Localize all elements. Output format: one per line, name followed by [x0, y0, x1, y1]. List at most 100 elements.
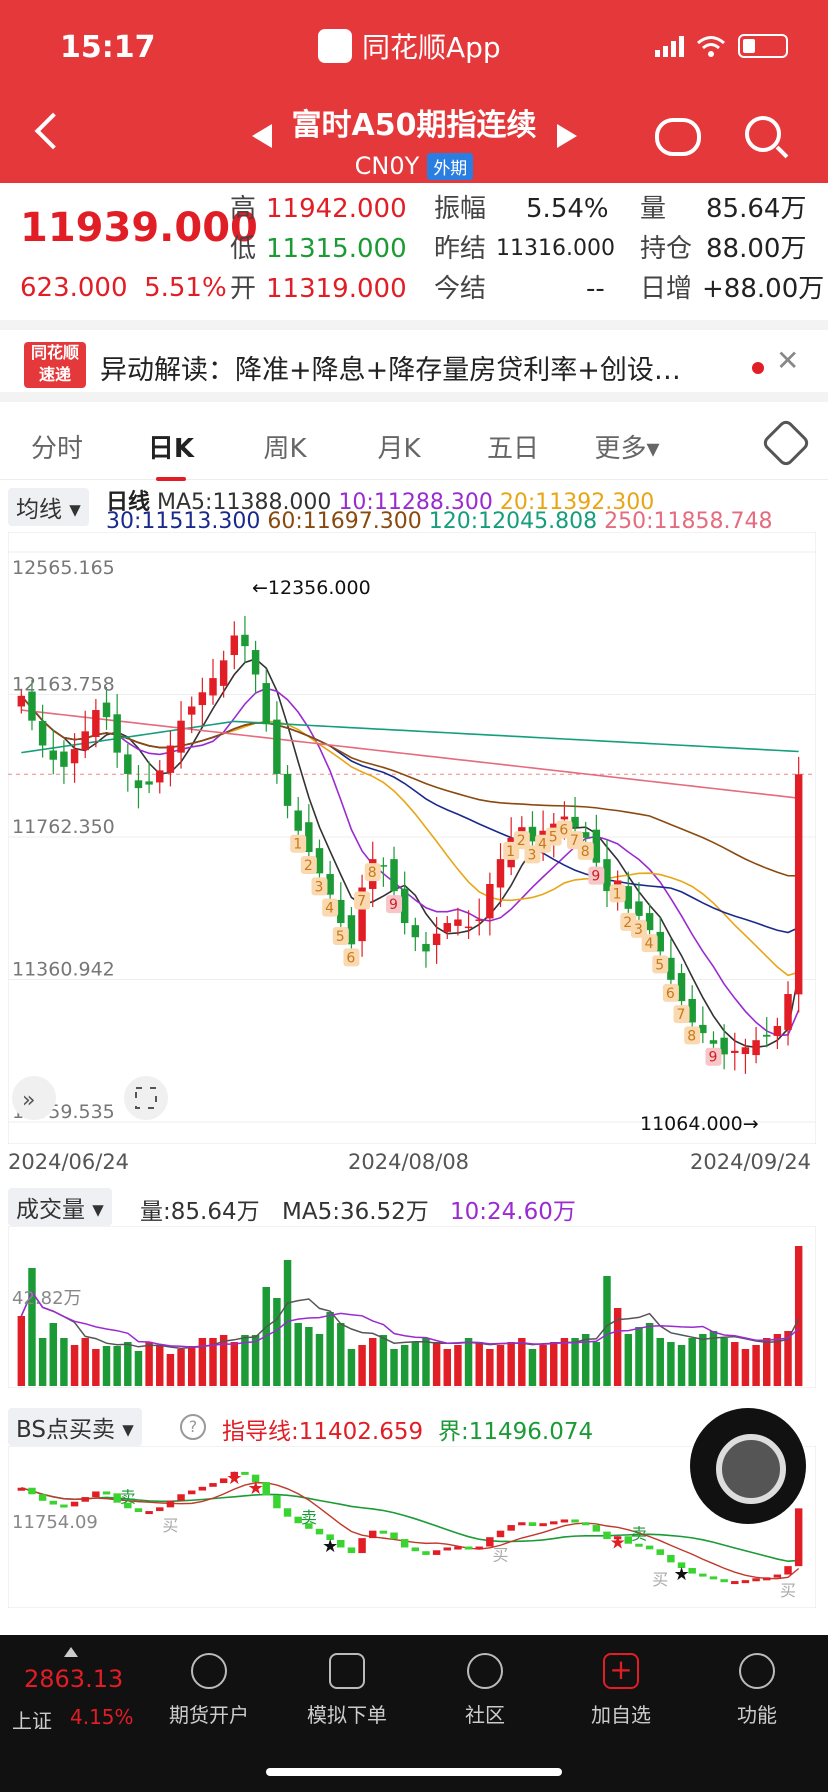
- bs-candle: [283, 1508, 292, 1517]
- nav-community[interactable]: 社区: [430, 1653, 540, 1728]
- index-up-icon: [64, 1647, 78, 1657]
- candle-body: [70, 749, 79, 764]
- volume-bar: [486, 1349, 494, 1386]
- volume-bar: [560, 1338, 569, 1386]
- ma-legend: 均线 ▾ 日线 MA5:11388.000 10:11288.300 20:11…: [0, 484, 828, 534]
- fullscreen-icon[interactable]: [124, 1076, 168, 1120]
- candle-body: [581, 832, 590, 838]
- bs-candle: [528, 1522, 537, 1526]
- tab-more[interactable]: 更多▾: [570, 428, 684, 465]
- volume-bar: [688, 1338, 696, 1386]
- change-pct: 5.51%: [144, 273, 227, 303]
- quote-col-2: 振幅 5.54% 昨结 11316.000 今结 --: [434, 189, 615, 309]
- x-tick-start: 2024/06/24: [8, 1150, 130, 1174]
- candle-body: [294, 810, 302, 831]
- market-badge: 外期: [427, 152, 474, 180]
- nav-functions[interactable]: 功能: [702, 1653, 812, 1728]
- candle-body: [17, 695, 26, 707]
- volume-bar: [102, 1346, 111, 1386]
- volume-ytick: 42.82万: [12, 1288, 82, 1309]
- nav-add-watchlist[interactable]: + 加自选: [566, 1653, 676, 1728]
- floating-assistant-button[interactable]: [690, 1408, 806, 1524]
- bs-candle: [699, 1573, 707, 1577]
- td-mark-label: 2: [517, 833, 526, 849]
- volume-bar: [369, 1338, 377, 1386]
- open-label: 开: [230, 274, 257, 304]
- kline-chart[interactable]: 1234567891234 5 678912 3456789 ←12356.000 1…: [8, 532, 816, 1144]
- candle-body: [124, 754, 132, 774]
- volume-value: 量:85.64万: [140, 1199, 260, 1225]
- status-time: 15:17: [60, 30, 156, 65]
- bs-candle: [358, 1538, 366, 1554]
- x-tick-mid: 2024/08/08: [348, 1150, 470, 1174]
- bs-candle: [347, 1547, 356, 1554]
- volume-bar: [432, 1342, 441, 1386]
- candle-body: [773, 1025, 782, 1036]
- candle-body: [731, 1050, 739, 1053]
- volume-bar: [400, 1345, 409, 1386]
- sell-mark: 卖: [301, 1508, 317, 1527]
- index-value[interactable]: 2863.13: [24, 1665, 123, 1693]
- bs-candle: [315, 1528, 324, 1535]
- candle-body: [709, 1040, 718, 1044]
- candle-body: [38, 721, 47, 746]
- title-block: 富时A50期指连续 CN0Y 外期: [0, 100, 828, 180]
- ma-dropdown[interactable]: 均线 ▾: [8, 488, 89, 526]
- oi-chg-value: +88.00万: [702, 274, 825, 304]
- bs-candle: [731, 1581, 739, 1585]
- settle-label: 今结: [434, 274, 487, 304]
- td-mark-label: 3: [314, 879, 323, 895]
- bs-candle: [720, 1579, 728, 1583]
- help-icon[interactable]: ?: [180, 1414, 206, 1440]
- tab-daily-k[interactable]: 日K: [114, 428, 228, 481]
- candle-body: [677, 973, 686, 1002]
- news-unread-dot: [752, 362, 764, 374]
- bs-candle: [369, 1530, 377, 1539]
- news-text[interactable]: 异动解读：降准+降息+降存量房贷利率+创设…: [100, 348, 720, 387]
- volume-bar: [752, 1345, 760, 1386]
- oi-chg-label: 日增: [640, 274, 693, 304]
- volume-chart[interactable]: 42.82万: [8, 1226, 816, 1388]
- volume-bar: [337, 1323, 345, 1386]
- bs-candle: [667, 1554, 675, 1563]
- volume-bar: [677, 1345, 686, 1386]
- candle-body: [177, 720, 185, 753]
- td-mark-label: 3: [634, 922, 643, 938]
- volume-bar: [443, 1349, 451, 1386]
- bs-candle: [645, 1545, 654, 1550]
- tab-five-day[interactable]: 五日: [456, 428, 570, 465]
- candle-body: [283, 773, 292, 806]
- bs-dropdown[interactable]: BS点买卖 ▾: [8, 1408, 142, 1446]
- td-mark-label: 4: [325, 901, 334, 917]
- td-mark-label: 3: [527, 847, 536, 863]
- buy-mark: 买: [493, 1546, 509, 1565]
- tab-intraday[interactable]: 分时: [0, 428, 114, 465]
- nav-futures-account[interactable]: 期货开户: [154, 1653, 264, 1728]
- candle-body: [209, 678, 217, 696]
- nav-simulated-order[interactable]: 模拟下单: [292, 1653, 402, 1728]
- x-tick-end: 2024/09/24: [690, 1150, 812, 1174]
- tab-weekly-k[interactable]: 周K: [228, 428, 342, 465]
- status-app: 同花顺App: [318, 26, 501, 66]
- bs-candle: [17, 1487, 26, 1491]
- amp-value: 5.54%: [526, 194, 609, 224]
- volume-dropdown[interactable]: 成交量 ▾: [8, 1188, 112, 1226]
- news-banner[interactable]: 同花顺 速递 异动解读：降准+降息+降存量房贷利率+创设… ✕: [0, 320, 828, 402]
- bs-candle: [187, 1490, 196, 1495]
- prev-settle-value: 11316.000: [496, 236, 615, 261]
- open-value: 11319.000: [266, 274, 407, 304]
- candle-body: [92, 710, 100, 738]
- volume-bar: [390, 1349, 398, 1386]
- volume-bar: [656, 1338, 664, 1386]
- bs-candle: [390, 1532, 398, 1540]
- bs-candle: [81, 1497, 89, 1502]
- search-icon[interactable]: [745, 116, 781, 152]
- close-icon[interactable]: ✕: [776, 344, 799, 377]
- candle-body: [166, 745, 175, 773]
- volume-bar: [326, 1312, 334, 1386]
- ma60-value: 60:11697.300: [267, 509, 422, 534]
- robot-assistant-icon[interactable]: [655, 118, 701, 156]
- tab-monthly-k[interactable]: 月K: [342, 428, 456, 465]
- volume-bar: [28, 1268, 36, 1386]
- volume-bar: [187, 1346, 196, 1386]
